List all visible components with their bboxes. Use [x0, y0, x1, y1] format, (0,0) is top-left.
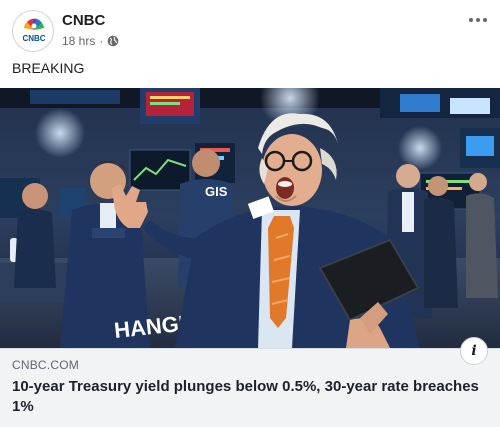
- post-author[interactable]: CNBC: [62, 12, 105, 29]
- link-preview[interactable]: CNBC.COM 10-year Treasury yield plunges …: [0, 337, 500, 427]
- meta-separator: ·: [99, 34, 104, 48]
- post-timestamp[interactable]: 18 hrs: [62, 34, 95, 48]
- more-options-icon[interactable]: [466, 10, 490, 30]
- post-text: BREAKING: [12, 60, 85, 76]
- info-icon[interactable]: i: [460, 337, 488, 365]
- post-meta: 18 hrs ·: [62, 34, 119, 48]
- link-headline[interactable]: 10-year Treasury yield plunges below 0.5…: [12, 377, 482, 417]
- post-header: CNBC CNBC 18 hrs ·: [0, 0, 500, 58]
- link-domain: CNBC.COM: [12, 358, 79, 372]
- svg-text:CNBC: CNBC: [22, 34, 45, 43]
- sign-gis: GIS: [205, 184, 228, 199]
- gis-jacket-text: GIS: [205, 184, 228, 199]
- trading-floor-illustration: HANGE GIS: [0, 88, 500, 348]
- globe-icon[interactable]: [107, 35, 119, 47]
- post-photo[interactable]: HANGE GIS: [0, 88, 500, 348]
- cnbc-peacock-logo-icon: CNBC: [20, 18, 48, 43]
- cnbc-avatar[interactable]: CNBC: [12, 10, 54, 52]
